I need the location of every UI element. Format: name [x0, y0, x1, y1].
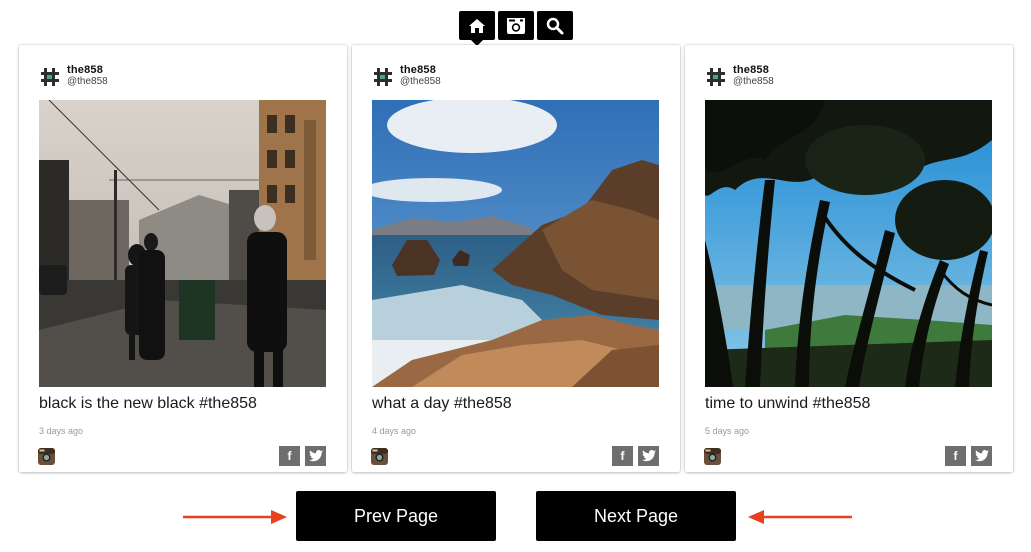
facebook-icon: f: [620, 449, 625, 463]
instagram-nav-button[interactable]: [498, 11, 534, 40]
hashtag-avatar-icon: [372, 66, 394, 88]
hashtag-avatar-icon: [705, 66, 727, 88]
card-header: the858 @the858: [39, 64, 319, 90]
street-scene-image: [39, 100, 326, 387]
arrow-right-indicator-icon: [183, 510, 287, 524]
user-handle[interactable]: @the858: [733, 76, 774, 87]
facebook-share-button[interactable]: f: [612, 446, 633, 466]
post-timestamp: 3 days ago: [39, 426, 84, 436]
post-photo[interactable]: [705, 100, 992, 387]
twitter-icon: [308, 450, 323, 462]
hashtag-avatar-icon: [39, 66, 61, 88]
card-header: the858 @the858: [372, 64, 652, 90]
facebook-icon: f: [953, 449, 958, 463]
user-handle[interactable]: @the858: [67, 76, 108, 87]
user-name[interactable]: the858: [400, 64, 436, 76]
post-card: the858 @the858 time to unwind #the858 5 …: [685, 45, 1013, 472]
post-card: the858 @the858: [19, 45, 347, 472]
post-timestamp: 4 days ago: [372, 426, 417, 436]
instagram-icon: [507, 17, 525, 34]
post-card: the858 @the858: [352, 45, 680, 472]
facebook-share-button[interactable]: f: [279, 446, 300, 466]
arrow-left-indicator-icon: [748, 510, 852, 524]
post-caption: what a day #the858: [372, 395, 512, 412]
user-handle[interactable]: @the858: [400, 76, 441, 87]
post-caption: black is the new black #the858: [39, 395, 257, 412]
facebook-share-button[interactable]: f: [945, 446, 966, 466]
twitter-icon: [974, 450, 989, 462]
cypress-trees-image: [705, 100, 992, 387]
twitter-share-button[interactable]: [638, 446, 659, 466]
twitter-share-button[interactable]: [305, 446, 326, 466]
next-page-button[interactable]: Next Page: [536, 491, 736, 541]
user-name[interactable]: the858: [733, 64, 769, 76]
twitter-share-button[interactable]: [971, 446, 992, 466]
search-nav-button[interactable]: [537, 11, 573, 40]
search-icon: [546, 17, 564, 34]
post-photo[interactable]: [372, 100, 659, 387]
instagram-link-icon[interactable]: [371, 448, 388, 465]
instagram-link-icon[interactable]: [38, 448, 55, 465]
instagram-link-icon[interactable]: [704, 448, 721, 465]
coast-rocks-image: [372, 100, 659, 387]
twitter-icon: [641, 450, 656, 462]
post-timestamp: 5 days ago: [705, 426, 750, 436]
user-name[interactable]: the858: [67, 64, 103, 76]
post-photo[interactable]: [39, 100, 326, 387]
home-nav-button[interactable]: [459, 11, 495, 46]
prev-page-button[interactable]: Prev Page: [296, 491, 496, 541]
card-header: the858 @the858: [705, 64, 985, 90]
home-icon: [469, 18, 485, 33]
post-caption: time to unwind #the858: [705, 395, 871, 412]
top-nav: [459, 11, 574, 46]
facebook-icon: f: [287, 449, 292, 463]
